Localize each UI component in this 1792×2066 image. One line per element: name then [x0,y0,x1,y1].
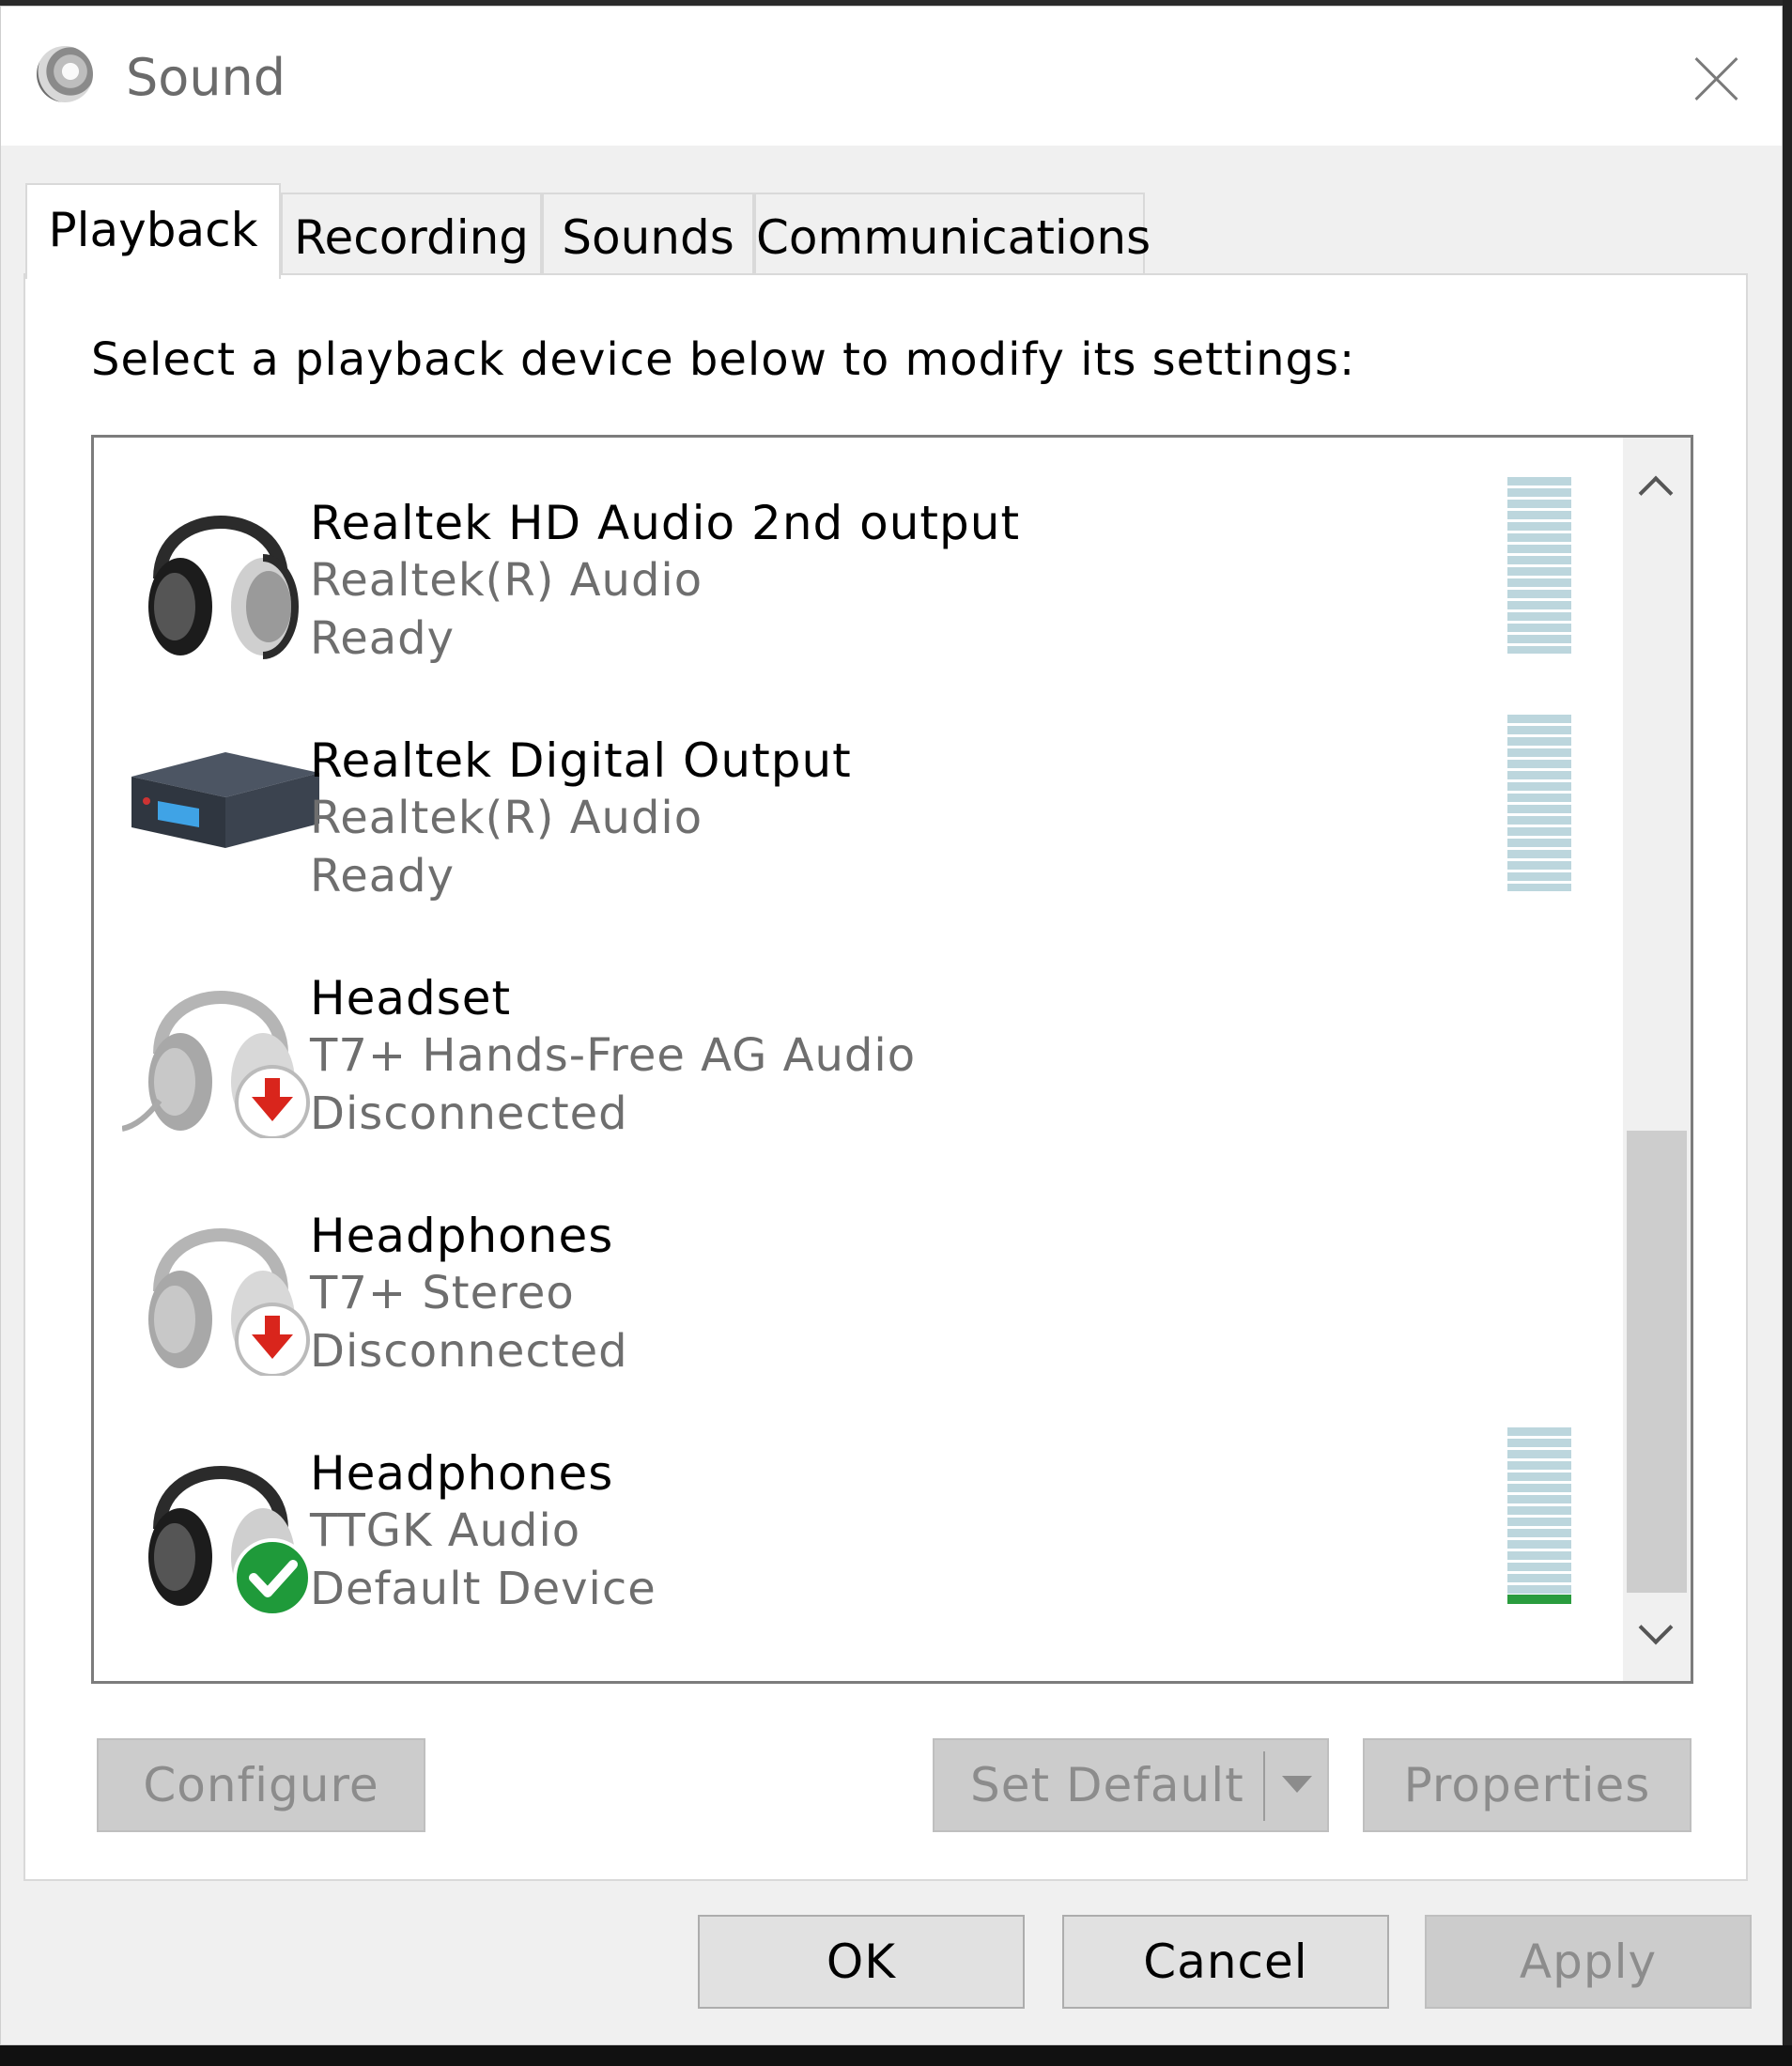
scroll-thumb[interactable] [1627,1131,1687,1593]
speaker-icon [37,46,93,102]
scroll-down-button[interactable] [1623,1602,1691,1670]
headphones-icon [148,1466,312,1613]
device-item-realtek-digital-output[interactable]: Realtek Digital Output Realtek(R) Audio … [103,694,1571,910]
device-item-realtek-hd-2nd-output[interactable]: Realtek HD Audio 2nd output Realtek(R) A… [103,456,1571,672]
chevron-down-icon[interactable] [1282,1776,1312,1793]
headset-icon [122,991,310,1138]
device-list-scrollbar[interactable] [1623,438,1691,1681]
headphones-icon [148,516,299,659]
scroll-up-button[interactable] [1623,449,1691,516]
device-name: Headphones [310,1446,614,1501]
device-item-headset[interactable]: Headset T7+ Hands-Free AG Audio Disconne… [103,932,1568,1148]
device-list[interactable]: Realtek HD Audio 2nd output Realtek(R) A… [91,435,1693,1684]
sound-dialog: Sound Playback Recording Sounds Communic… [0,6,1783,2045]
set-default-split-button[interactable]: Set Default [933,1738,1329,1832]
background-strip-bottom [0,2045,1792,2066]
level-meter-fill [1507,1595,1571,1604]
device-item-headphones-t7-stereo[interactable]: Headphones T7+ Stereo Disconnected [103,1169,1568,1385]
background-strip-right [1783,0,1792,2066]
device-driver: TTGK Audio [310,1504,581,1557]
tab-playback[interactable]: Playback [25,183,281,279]
device-name: Realtek HD Audio 2nd output [310,496,1021,550]
level-meter [1507,1427,1571,1604]
ok-button[interactable]: OK [698,1915,1025,2009]
device-status: Default Device [310,1563,657,1615]
window-title: Sound [126,48,286,107]
chevron-up-icon [1638,475,1674,511]
digital-output-receiver-icon [131,752,319,848]
headphones-icon [148,1228,310,1376]
device-status: Disconnected [310,1325,628,1378]
device-name: Realtek Digital Output [310,733,852,788]
tab-communications[interactable]: Communications [754,193,1151,275]
device-status: Disconnected [310,1087,628,1140]
device-driver: T7+ Stereo [310,1267,575,1319]
cancel-button[interactable]: Cancel [1062,1915,1389,2009]
device-driver: Realtek(R) Audio [310,554,703,607]
chevron-down-icon [1638,1610,1674,1645]
apply-button[interactable]: Apply [1425,1915,1752,2009]
instruction-text: Select a playback device below to modify… [91,333,1356,386]
set-default-label: Set Default [970,1758,1244,1812]
device-item-headphones-ttgk-audio[interactable]: Headphones TTGK Audio Default Device [103,1407,1571,1623]
device-driver: T7+ Hands-Free AG Audio [310,1029,917,1082]
split-separator [1263,1751,1265,1821]
device-name: Headphones [310,1209,614,1263]
level-meter [1507,715,1571,891]
device-status: Ready [310,850,456,902]
device-driver: Realtek(R) Audio [310,792,703,844]
configure-button[interactable]: Configure [97,1738,425,1832]
title-bar[interactable]: Sound [1,7,1782,146]
device-name: Headset [310,971,512,1025]
playback-panel: Select a playback device below to modify… [23,273,1748,1881]
tab-recording[interactable]: Recording [281,193,542,275]
properties-button[interactable]: Properties [1363,1738,1692,1832]
tab-sounds[interactable]: Sounds [542,193,754,275]
device-status: Ready [310,612,456,665]
close-button[interactable] [1682,44,1750,112]
level-meter [1507,477,1571,654]
